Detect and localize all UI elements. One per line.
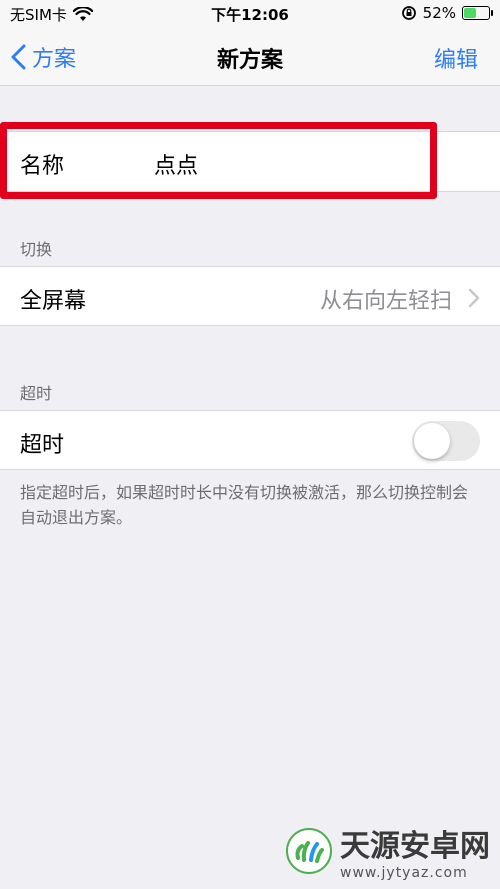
timeout-footer: 指定超时后，如果超时时长中没有切换被激活，那么切换控制会自动退出方案。 bbox=[20, 483, 469, 527]
battery-fill bbox=[464, 8, 476, 18]
page-title: 新方案 bbox=[216, 48, 283, 73]
navigation-bar: 方案 新方案 编辑 bbox=[0, 28, 500, 86]
timeout-label: 超时 bbox=[20, 433, 65, 458]
orientation-lock-icon bbox=[401, 6, 416, 20]
watermark: 天源安卓网 www.jytyaz.com bbox=[286, 821, 490, 881]
toggle-knob bbox=[414, 423, 450, 459]
edit-button[interactable]: 编辑 bbox=[434, 42, 478, 74]
timeout-toggle[interactable] bbox=[412, 421, 480, 461]
timeout-section-header: 超时 bbox=[20, 384, 53, 403]
timeout-row: 超时 bbox=[0, 411, 500, 469]
watermark-text: 天源安卓网 www.jytyaz.com bbox=[340, 821, 490, 881]
timeout-group: 超时 bbox=[0, 410, 500, 470]
android-logo-icon bbox=[286, 828, 332, 874]
fullscreen-value: 从右向左轻扫 bbox=[319, 289, 452, 314]
chevron-right-icon bbox=[468, 288, 480, 308]
watermark-sub: www.jytyaz.com bbox=[340, 865, 468, 881]
battery-icon bbox=[462, 6, 493, 20]
battery-percent: 52% bbox=[422, 4, 456, 22]
highlight-annotation bbox=[0, 122, 437, 199]
switch-group: 全屏幕 从右向左轻扫 bbox=[0, 266, 500, 326]
fullscreen-row[interactable]: 全屏幕 从右向左轻扫 bbox=[0, 267, 500, 325]
switch-section-header: 切换 bbox=[20, 240, 53, 259]
watermark-main: 天源安卓网 bbox=[340, 829, 490, 864]
status-right: 52% bbox=[401, 4, 493, 22]
fullscreen-label: 全屏幕 bbox=[20, 289, 87, 314]
status-bar: 无SIM卡 下午12:06 52% bbox=[0, 0, 500, 28]
